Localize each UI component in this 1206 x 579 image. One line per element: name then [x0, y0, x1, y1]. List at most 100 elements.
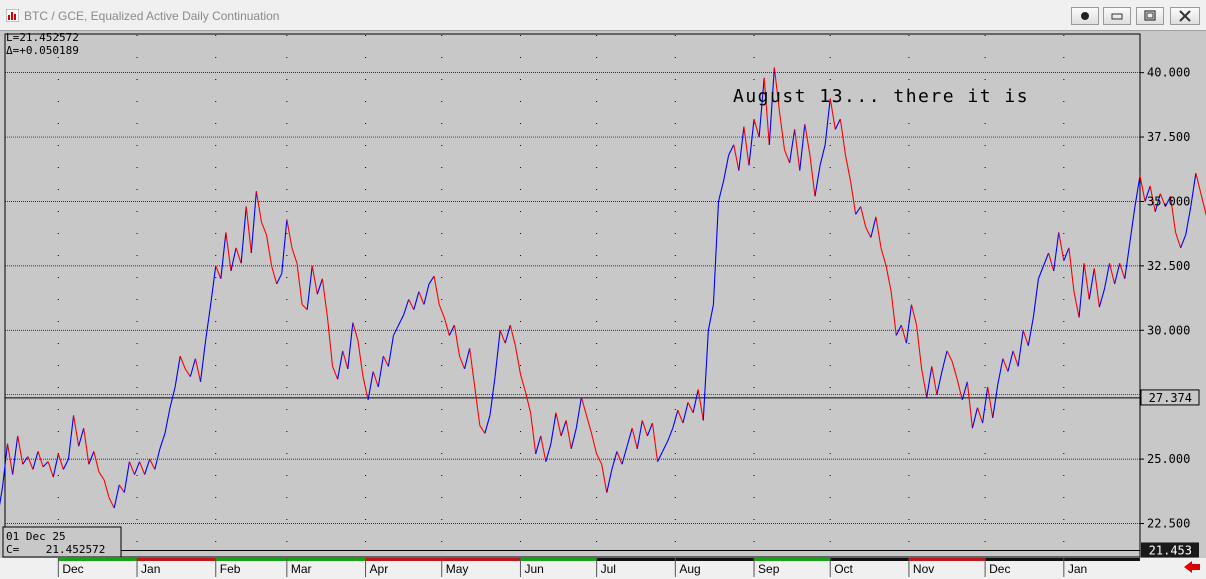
grid-dot [441, 321, 443, 322]
grid-dot [441, 79, 443, 80]
x-tick-label: Feb [220, 562, 241, 576]
grid-dot [215, 79, 217, 80]
minimize-icon [1111, 13, 1123, 20]
grid-dot [441, 299, 443, 300]
grid-dot [441, 277, 443, 278]
x-tick-label: Dec [62, 562, 83, 576]
grid-dot [596, 145, 598, 146]
grid-dot [908, 167, 910, 168]
grid-dot [57, 431, 59, 432]
grid-dot [365, 101, 367, 102]
month-strip-segment [754, 558, 831, 561]
grid-dot [136, 145, 138, 146]
grid-dot [441, 211, 443, 212]
grid-dot [1063, 541, 1065, 542]
grid-dot [441, 365, 443, 366]
grid-dot [1063, 519, 1065, 520]
grid-dot [519, 145, 521, 146]
grid-dot [984, 431, 986, 432]
grid-dot [441, 167, 443, 168]
grid-dot [365, 79, 367, 80]
price-label: 27.374 [1149, 391, 1192, 405]
grid-dot [441, 387, 443, 388]
grid-dot [365, 167, 367, 168]
grid-dot [596, 387, 598, 388]
grid-dot [1063, 277, 1065, 278]
grid-dot [908, 519, 910, 520]
close-button[interactable] [1170, 7, 1200, 25]
grid-dot [57, 145, 59, 146]
grid-dot [908, 409, 910, 410]
grid-dot [829, 145, 831, 146]
grid-dot [136, 277, 138, 278]
grid-dot [753, 343, 755, 344]
x-tick-label: Sep [758, 562, 780, 576]
month-strip-segment [830, 558, 909, 561]
month-strip-segment [365, 558, 442, 561]
grid-dot [519, 233, 521, 234]
grid-dot [1063, 123, 1065, 124]
options-button[interactable] [1071, 7, 1099, 25]
grid-dot [441, 409, 443, 410]
grid-dot [984, 365, 986, 366]
grid-dot [519, 123, 521, 124]
delta-value-text: Δ=+0.050189 [6, 44, 79, 57]
y-tick-label: 40.000 [1147, 66, 1190, 80]
restore-button[interactable] [1136, 7, 1164, 25]
grid-dot [1063, 211, 1065, 212]
grid-dot [829, 189, 831, 190]
minimize-button[interactable] [1103, 7, 1131, 25]
grid-dot [1063, 35, 1065, 36]
grid-dot [57, 255, 59, 256]
grid-dot [136, 35, 138, 36]
grid-dot [753, 233, 755, 234]
grid-dot [286, 497, 288, 498]
grid-dot [674, 519, 676, 520]
grid-dot [441, 497, 443, 498]
grid-dot [829, 35, 831, 36]
grid-dot [753, 189, 755, 190]
grid-dot [57, 365, 59, 366]
chart-window[interactable]: 22.50025.00027.50030.00032.50035.00037.5… [0, 31, 1206, 579]
grid-dot [753, 497, 755, 498]
grid-dot [596, 35, 598, 36]
grid-dot [365, 35, 367, 36]
annotation-text: August 13... there it is [733, 86, 1029, 107]
grid-dot [984, 35, 986, 36]
grid-dot [519, 299, 521, 300]
grid-dot [1063, 431, 1065, 432]
price-chart[interactable]: 22.50025.00027.50030.00032.50035.00037.5… [0, 31, 1206, 579]
month-strip-segment [58, 558, 138, 561]
grid-dot [136, 79, 138, 80]
y-tick-label: 32.500 [1147, 259, 1190, 273]
grid-dot [908, 123, 910, 124]
grid-dot [215, 387, 217, 388]
grid-dot [984, 189, 986, 190]
grid-dot [753, 431, 755, 432]
grid-dot [596, 255, 598, 256]
grid-dot [286, 321, 288, 322]
grid-dot [596, 299, 598, 300]
grid-dot [908, 541, 910, 542]
grid-dot [829, 365, 831, 366]
grid-dot [136, 365, 138, 366]
grid-dot [136, 101, 138, 102]
grid-dot [753, 255, 755, 256]
grid-dot [753, 365, 755, 366]
grid-dot [674, 57, 676, 58]
grid-dot [829, 431, 831, 432]
grid-dot [596, 409, 598, 410]
grid-dot [441, 431, 443, 432]
grid-dot [1063, 343, 1065, 344]
grid-dot [57, 101, 59, 102]
grid-dot [286, 79, 288, 80]
grid-dot [136, 431, 138, 432]
grid-dot [519, 35, 521, 36]
grid-dot [215, 541, 217, 542]
grid-dot [57, 497, 59, 498]
x-tick-label: Mar [291, 562, 312, 576]
grid-dot [286, 167, 288, 168]
grid-dot [1063, 387, 1065, 388]
grid-dot [365, 475, 367, 476]
y-tick-label: 30.000 [1147, 323, 1190, 337]
